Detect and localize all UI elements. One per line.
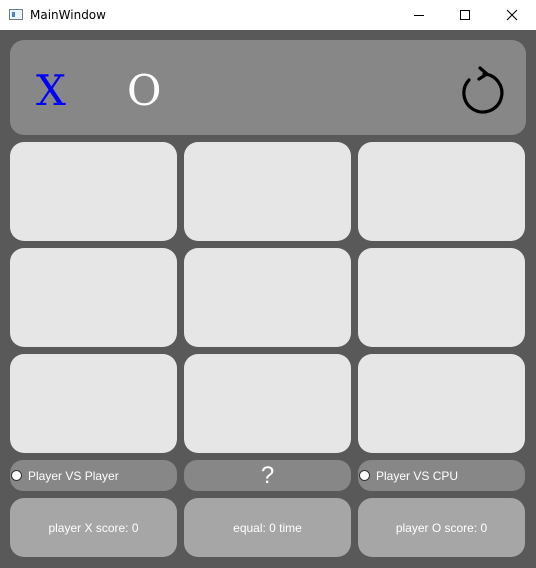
restart-icon [462, 66, 504, 114]
player-vs-player-label: Player VS Player [28, 468, 119, 483]
player-o-score: player O score: 0 [358, 498, 525, 557]
player-x-indicator: X [36, 66, 66, 115]
title-bar: MainWindow [0, 0, 536, 30]
board-cell-2[interactable] [184, 142, 351, 241]
maximize-icon [460, 10, 470, 20]
help-button[interactable]: ? [184, 460, 351, 491]
header-panel [10, 40, 526, 135]
player-vs-cpu-radio[interactable]: Player VS CPU [358, 460, 525, 491]
player-o-indicator: O [127, 66, 162, 115]
window-title: MainWindow [30, 8, 106, 22]
minimize-icon [414, 15, 424, 16]
board-cell-9[interactable] [358, 354, 525, 453]
equal-score: equal: 0 time [184, 498, 351, 557]
radio-indicator-pvp[interactable] [11, 470, 22, 481]
board-cell-6[interactable] [358, 248, 525, 347]
player-vs-cpu-label: Player VS CPU [376, 468, 459, 483]
board-cell-8[interactable] [184, 354, 351, 453]
board-cell-1[interactable] [10, 142, 177, 241]
radio-indicator-cpu[interactable] [359, 470, 370, 481]
close-icon [506, 9, 518, 21]
close-button[interactable] [489, 0, 535, 30]
player-vs-player-radio[interactable]: Player VS Player [10, 460, 177, 491]
restart-button[interactable] [453, 66, 505, 118]
player-x-score: player X score: 0 [10, 498, 177, 557]
board-cell-3[interactable] [358, 142, 525, 241]
board-cell-4[interactable] [10, 248, 177, 347]
board-cell-5[interactable] [184, 248, 351, 347]
maximize-button[interactable] [442, 0, 488, 30]
board-cell-7[interactable] [10, 354, 177, 453]
minimize-button[interactable] [396, 0, 442, 30]
app-icon [9, 9, 23, 20]
